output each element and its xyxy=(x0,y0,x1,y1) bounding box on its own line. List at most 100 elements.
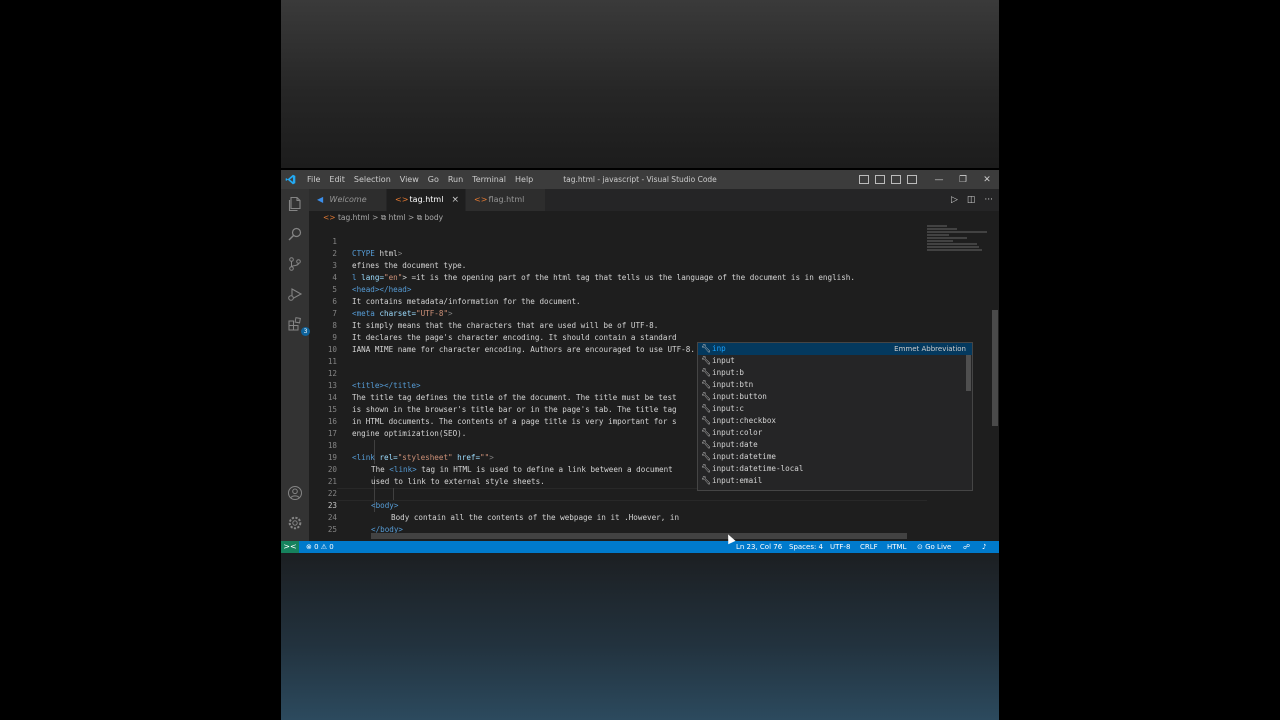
wrench-icon: 🔧︎ xyxy=(701,404,712,413)
breadcrumb: <> tag.html > ⧉ html > ⧉ body xyxy=(309,211,443,224)
menu-bar: File Edit Selection View Go Run Terminal… xyxy=(307,170,542,189)
problems-indicator[interactable]: ⊗ 0 ⚠ 0 xyxy=(306,541,334,553)
breadcrumb-html[interactable]: html xyxy=(389,213,406,222)
more-actions-icon[interactable]: ··· xyxy=(984,195,993,205)
toggle-panel-icon[interactable] xyxy=(875,175,885,184)
notifications-bell-icon[interactable]: ♪ xyxy=(982,541,986,553)
menu-file[interactable]: File xyxy=(307,175,320,184)
wrench-icon: 🔧︎ xyxy=(701,392,712,401)
code-line: 25 xyxy=(309,512,927,534)
suggestion-item[interactable]: 🔧︎ inp Emmet Abbreviation xyxy=(698,343,972,355)
encoding-setting[interactable]: UTF-8 xyxy=(830,541,850,553)
suggestion-item[interactable]: 🔧︎ input xyxy=(698,355,972,367)
suggestion-item[interactable]: 🔧︎ input:datetime-local xyxy=(698,463,972,475)
tab-tag-html-label: tag.html xyxy=(409,195,444,204)
toggle-sidebar-icon[interactable] xyxy=(859,175,869,184)
menu-help[interactable]: Help xyxy=(515,175,533,184)
wrench-icon: 🔧︎ xyxy=(701,344,712,353)
vscode-window: File Edit Selection View Go Run Terminal… xyxy=(281,170,999,553)
feedback-icon[interactable]: ☍ xyxy=(963,541,970,553)
suggestion-item[interactable]: 🔧︎ input:c xyxy=(698,403,972,415)
suggestion-label: input:datetime xyxy=(712,452,777,461)
wrench-icon: 🔧︎ xyxy=(701,464,712,473)
tab-tag-html[interactable]: <> tag.html × xyxy=(387,189,466,211)
line-number: 25 xyxy=(327,525,337,534)
extensions-icon[interactable]: 3 xyxy=(287,316,310,336)
run-icon[interactable]: ▷ xyxy=(951,195,958,205)
customize-layout-icon[interactable] xyxy=(907,175,917,184)
html-icon: <> xyxy=(395,195,409,204)
accounts-icon[interactable] xyxy=(287,485,303,501)
minimize-button[interactable]: — xyxy=(927,175,951,185)
suggestion-item[interactable]: 🔧︎ input:btn xyxy=(698,379,972,391)
search-icon[interactable] xyxy=(287,226,303,242)
source-control-icon[interactable] xyxy=(287,256,303,272)
close-window-button[interactable]: ✕ xyxy=(975,175,999,185)
suggestion-item[interactable]: 🔧︎ input:checkbox xyxy=(698,415,972,427)
remote-indicator-icon[interactable]: >< xyxy=(281,541,299,553)
suggestion-label: inp xyxy=(712,344,726,353)
menu-edit[interactable]: Edit xyxy=(329,175,345,184)
suggestion-item[interactable]: 🔧︎ input:button xyxy=(698,391,972,403)
indentation-setting[interactable]: Spaces: 4 xyxy=(789,541,823,553)
manage-gear-icon[interactable] xyxy=(287,515,303,531)
menu-view[interactable]: View xyxy=(400,175,419,184)
menu-terminal[interactable]: Terminal xyxy=(472,175,506,184)
html-element-icon: ⧉ xyxy=(380,213,387,222)
suggestion-item[interactable]: 🔧︎ input:b xyxy=(698,367,972,379)
breadcrumb-separator: > xyxy=(408,213,415,222)
breadcrumb-file[interactable]: tag.html xyxy=(338,213,370,222)
activity-bar: 3 xyxy=(281,189,310,541)
code-line: 3 l lang="en"> =it is the opening part o… xyxy=(309,248,927,282)
html-icon: <> xyxy=(474,195,488,204)
suggestion-item[interactable]: 🔧︎ input:datetime xyxy=(698,451,972,463)
tab-flag-html[interactable]: <> flag.html xyxy=(466,189,546,211)
wrench-icon: 🔧︎ xyxy=(701,380,712,389)
horizontal-scrollbar[interactable] xyxy=(371,533,907,539)
editor-tabs: ◀ Welcome <> tag.html × <> flag.html xyxy=(309,189,999,211)
body-element-icon: ⧉ xyxy=(416,213,423,222)
go-live-button[interactable]: ⊙ Go Live xyxy=(917,541,951,553)
wrench-icon: 🔧︎ xyxy=(701,368,712,377)
split-editor-icon[interactable]: ◫ xyxy=(967,195,976,205)
menu-run[interactable]: Run xyxy=(448,175,463,184)
menu-go[interactable]: Go xyxy=(428,175,439,184)
eol-setting[interactable]: CRLF xyxy=(860,541,878,553)
explorer-icon[interactable] xyxy=(287,196,303,212)
errors-count: ⊗ 0 xyxy=(306,543,319,551)
suggestion-label: input:btn xyxy=(712,380,754,389)
suggestion-label: input:checkbox xyxy=(712,416,777,425)
close-tab-icon[interactable]: × xyxy=(451,189,459,211)
suggestion-label: input:date xyxy=(712,440,758,449)
wrench-icon: 🔧︎ xyxy=(701,428,712,437)
suggestion-item[interactable]: 🔧︎ input:date xyxy=(698,439,972,451)
menu-selection[interactable]: Selection xyxy=(354,175,391,184)
run-debug-icon[interactable] xyxy=(287,286,303,302)
broadcast-icon: ⊙ xyxy=(917,543,923,551)
wrench-icon: 🔧︎ xyxy=(701,476,712,485)
suggestion-label: input:b xyxy=(712,368,745,377)
code-line: 1 CTYPE html> xyxy=(309,224,927,258)
suggestion-item[interactable]: 🔧︎ input:color xyxy=(698,427,972,439)
warnings-count: ⚠ 0 xyxy=(320,543,334,551)
wrench-icon: 🔧︎ xyxy=(701,440,712,449)
code-line: 5 It contains metadata/information for t… xyxy=(309,272,927,306)
code-line: 4 <head></head> xyxy=(309,260,927,294)
background-top xyxy=(281,0,999,168)
html-icon: <> xyxy=(323,213,336,222)
suggestion-scrollbar[interactable] xyxy=(966,355,971,391)
vertical-scrollbar[interactable] xyxy=(991,224,998,534)
code-line: 9 IANA MIME name for character encoding.… xyxy=(309,320,927,354)
vertical-scroll-thumb[interactable] xyxy=(992,310,998,426)
language-mode[interactable]: HTML xyxy=(887,541,906,553)
suggestion-label: input:button xyxy=(712,392,767,401)
restore-button[interactable]: ❐ xyxy=(951,175,975,185)
toggle-secondary-sidebar-icon[interactable] xyxy=(891,175,901,184)
suggestion-label: input:color xyxy=(712,428,763,437)
cursor-position[interactable]: Ln 23, Col 76 xyxy=(736,541,782,553)
tab-welcome[interactable]: ◀ Welcome xyxy=(309,189,387,211)
suggestion-label: input:datetime-local xyxy=(712,464,804,473)
suggestion-item[interactable]: 🔧︎ input:email xyxy=(698,475,972,487)
breadcrumb-body[interactable]: body xyxy=(424,213,443,222)
title-bar: File Edit Selection View Go Run Terminal… xyxy=(281,170,999,189)
